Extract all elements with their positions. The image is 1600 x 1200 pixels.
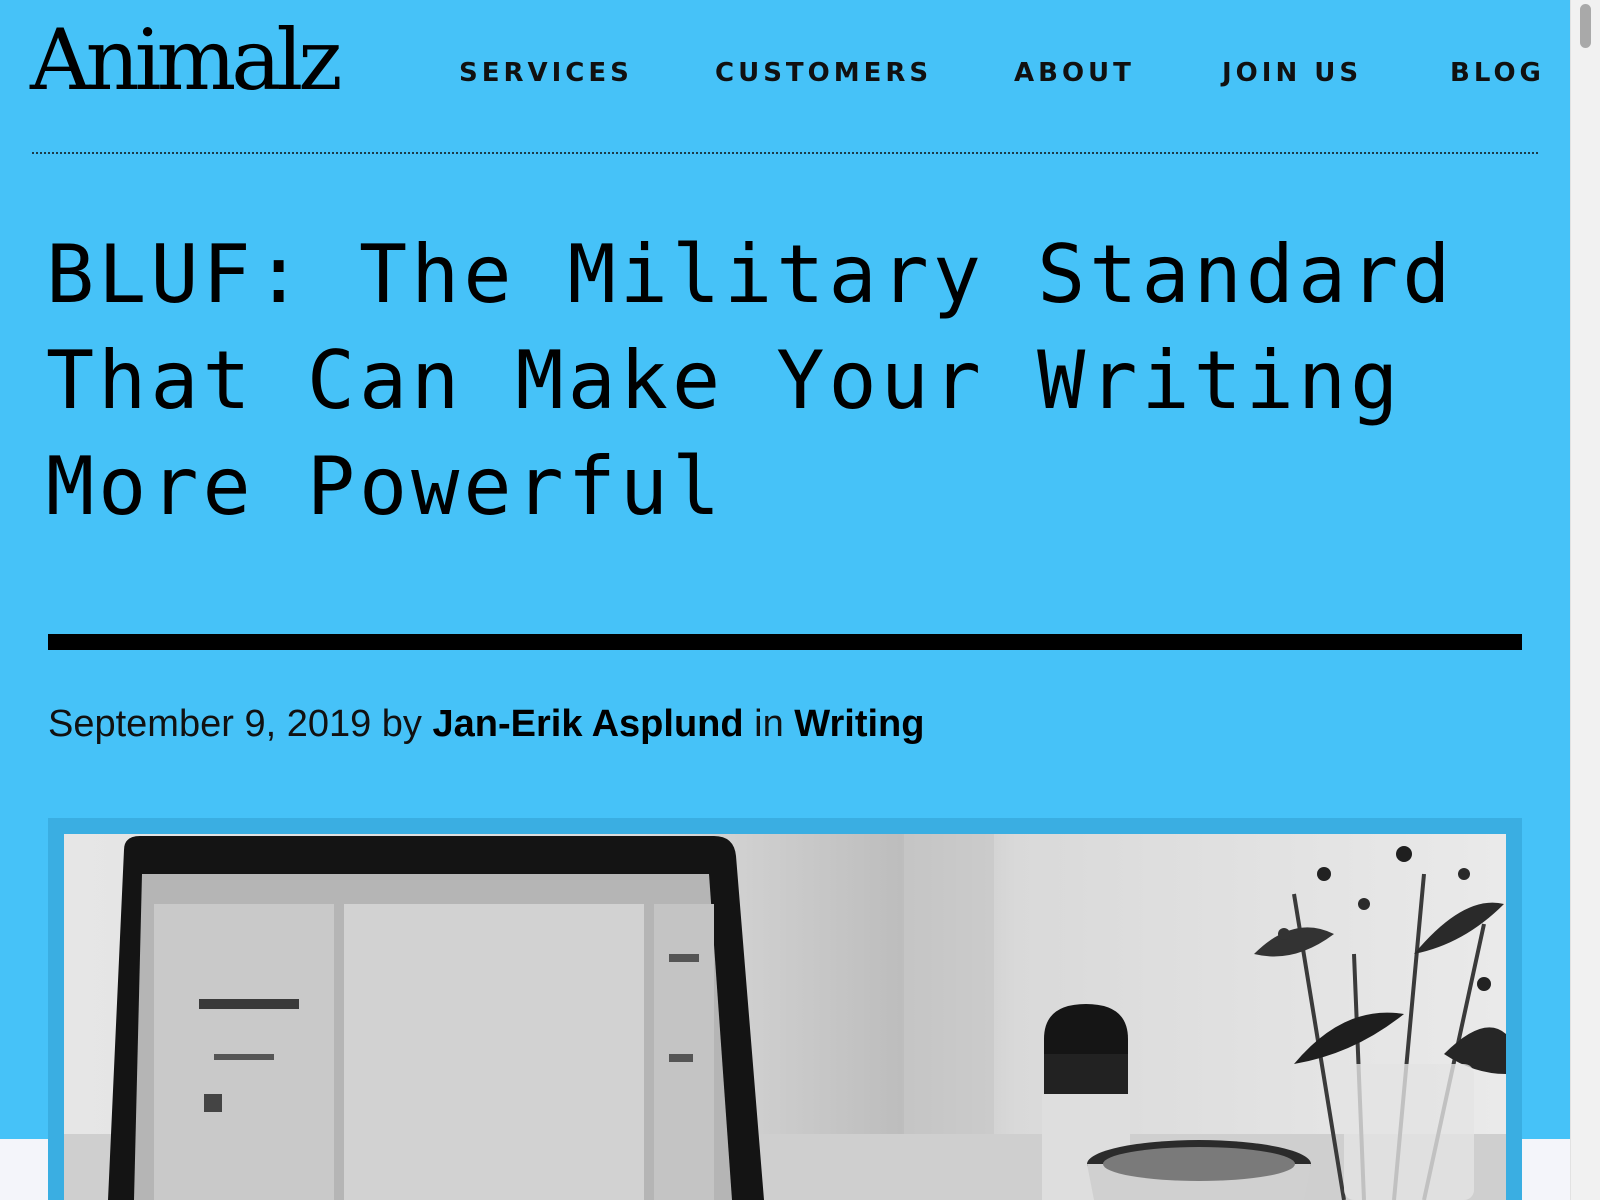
- laptop-desk-photo-icon: [64, 834, 1506, 1200]
- byline-in-word: in: [754, 703, 784, 745]
- article-date: September 9, 2019: [48, 703, 372, 745]
- nav-link-about[interactable]: ABOUT: [1014, 55, 1135, 91]
- title-rule: [48, 634, 1522, 650]
- main-nav: SERVICES CUSTOMERS ABOUT JOIN US BLOG: [0, 55, 1570, 91]
- article-byline: September 9, 2019 by Jan-Erik Asplund in…: [48, 700, 924, 748]
- page-scrollbar[interactable]: [1570, 0, 1600, 1200]
- nav-link-services[interactable]: SERVICES: [459, 55, 633, 91]
- hero-image-frame: [48, 818, 1522, 1200]
- scrollbar-thumb[interactable]: [1580, 4, 1591, 48]
- page-background: Animalz SERVICES CUSTOMERS ABOUT JOIN US…: [0, 0, 1570, 1200]
- article-title: BLUF: The Military Standard That Can Mak…: [46, 228, 1455, 533]
- category-link[interactable]: Writing: [794, 703, 924, 745]
- author-link[interactable]: Jan-Erik Asplund: [433, 703, 744, 745]
- nav-link-blog[interactable]: BLOG: [1450, 55, 1545, 91]
- nav-link-join-us[interactable]: JOIN US: [1222, 55, 1362, 91]
- byline-by-word: by: [381, 703, 422, 745]
- nav-link-customers[interactable]: CUSTOMERS: [715, 55, 932, 91]
- header-divider: [32, 152, 1538, 154]
